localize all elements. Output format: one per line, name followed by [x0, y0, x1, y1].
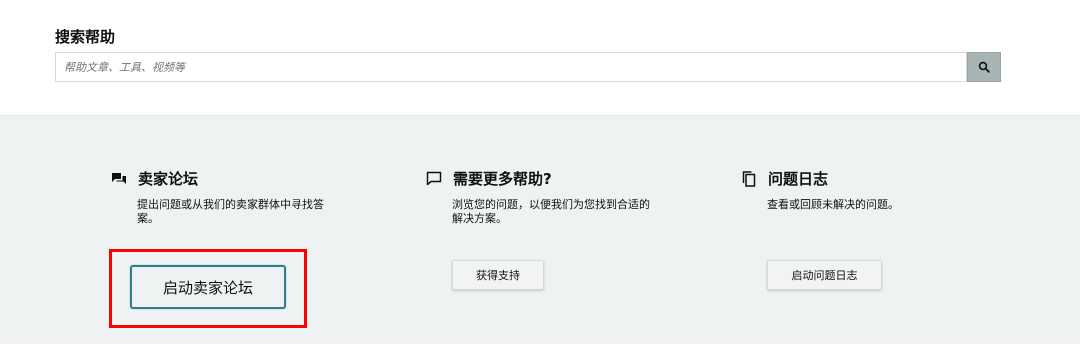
launch-seller-forum-button[interactable]: 启动卖家论坛 — [130, 265, 286, 309]
chat-bubbles-icon — [110, 170, 128, 188]
launch-issue-log-button[interactable]: 启动问题日志 — [767, 260, 882, 290]
card-seller-forum: 卖家论坛 提出问题或从我们的卖家群体中寻找答案。 — [110, 116, 410, 344]
get-support-button[interactable]: 获得支持 — [452, 260, 544, 290]
card-description: 浏览您的问题，以便我们为您找到合适的解决方案。 — [452, 198, 650, 225]
card-more-help: 需要更多帮助? 浏览您的问题，以便我们为您找到合适的解决方案。 — [425, 116, 725, 344]
card-description: 提出问题或从我们的卖家群体中寻找答案。 — [137, 198, 324, 225]
card-title: 卖家论坛 — [138, 170, 199, 188]
help-cards-section: 卖家论坛 提出问题或从我们的卖家群体中寻找答案。 需要更多帮助? 浏览您的问题，… — [0, 116, 1080, 344]
card-title: 需要更多帮助? — [453, 170, 552, 188]
search-input[interactable] — [56, 53, 966, 81]
search-button[interactable] — [967, 52, 1001, 82]
search-icon — [978, 58, 990, 77]
copy-pages-icon — [740, 170, 758, 188]
card-issue-log: 问题日志 查看或回顾未解决的问题。 — [740, 116, 1040, 344]
card-description: 查看或回顾未解决的问题。 — [767, 198, 899, 211]
card-header: 问题日志 — [740, 168, 828, 189]
search-box — [55, 52, 967, 82]
search-section: 搜索帮助 — [0, 0, 1080, 116]
card-title: 问题日志 — [768, 170, 829, 188]
card-header: 卖家论坛 — [110, 168, 198, 189]
bottom-edge — [0, 344, 1080, 348]
search-title: 搜索帮助 — [55, 28, 116, 46]
speech-bubble-icon — [425, 170, 443, 188]
card-header: 需要更多帮助? — [425, 168, 552, 189]
